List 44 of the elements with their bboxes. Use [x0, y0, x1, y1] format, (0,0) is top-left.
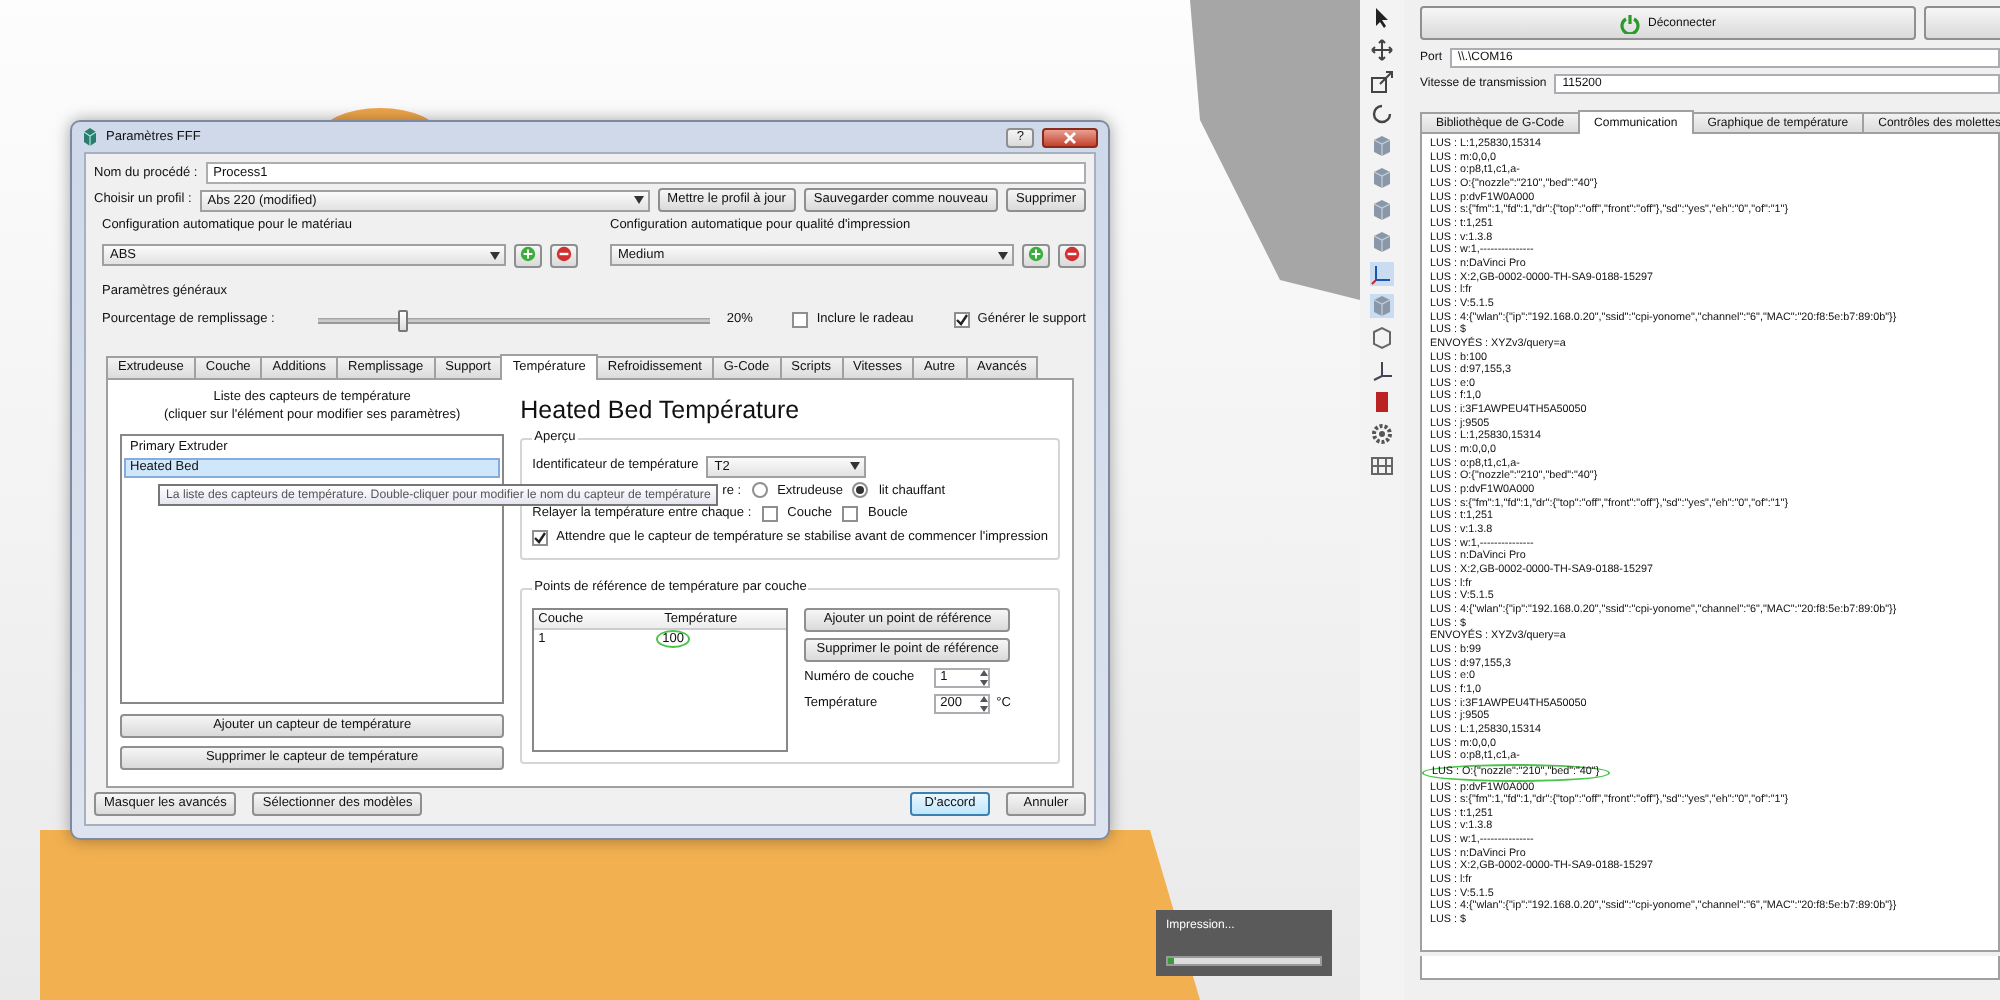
- cube-outline-icon[interactable]: [1370, 326, 1394, 350]
- move-icon[interactable]: [1370, 38, 1394, 62]
- checkbox[interactable]: [842, 506, 859, 523]
- plus-icon: [520, 246, 536, 263]
- cube-icon[interactable]: [1370, 134, 1394, 158]
- check-icon: [534, 531, 547, 544]
- axes-icon[interactable]: [1370, 358, 1394, 382]
- spin-arrows-icon: [980, 695, 989, 712]
- grid-icon[interactable]: [1370, 454, 1394, 478]
- cube-icon[interactable]: [1370, 198, 1394, 222]
- radio-button[interactable]: [852, 482, 869, 499]
- spin-arrows-icon: [980, 669, 989, 686]
- caret-icon: [998, 251, 1008, 260]
- toolbar-button[interactable]: [1924, 6, 2000, 40]
- minus-icon: [1064, 246, 1080, 263]
- add-button[interactable]: [1022, 243, 1050, 268]
- command-field[interactable]: [1420, 956, 2000, 980]
- radio-button[interactable]: [751, 482, 768, 499]
- close-button[interactable]: [1042, 127, 1098, 147]
- cube-icon[interactable]: [1370, 230, 1394, 254]
- app-icon: [82, 128, 98, 146]
- scale-icon[interactable]: [1370, 70, 1394, 94]
- caret-icon: [633, 196, 644, 204]
- plus-icon: [1028, 246, 1044, 263]
- close-icon: [1064, 131, 1076, 143]
- checkbox[interactable]: [953, 312, 970, 328]
- rotate-icon[interactable]: [1370, 102, 1394, 126]
- panel-heading: Heated Bed Température: [520, 395, 802, 423]
- caret-icon: [850, 462, 861, 470]
- add-button[interactable]: [514, 243, 542, 268]
- caret-icon: [490, 251, 500, 260]
- checkbox[interactable]: [761, 506, 778, 523]
- cursor-icon[interactable]: [1370, 6, 1394, 30]
- slider-thumb[interactable]: [397, 309, 408, 331]
- gear-icon[interactable]: [1370, 422, 1394, 446]
- cube-icon[interactable]: [1370, 166, 1394, 190]
- check-icon: [955, 314, 968, 326]
- axes-icon[interactable]: [1370, 262, 1394, 286]
- checkbox[interactable]: [792, 312, 809, 328]
- minus-icon: [556, 246, 572, 263]
- remove-button[interactable]: [1058, 243, 1086, 268]
- checkbox[interactable]: [532, 529, 549, 546]
- remove-button[interactable]: [550, 243, 578, 268]
- power-icon: [1619, 13, 1640, 33]
